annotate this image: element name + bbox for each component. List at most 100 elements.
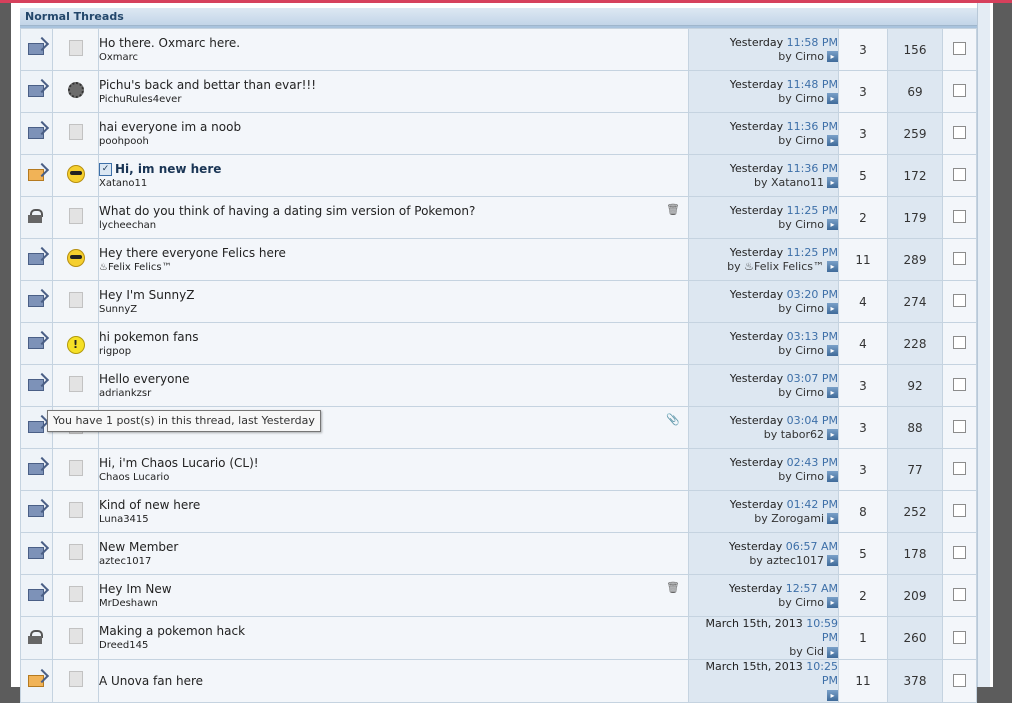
replies-count[interactable]: 3 bbox=[838, 448, 888, 491]
thread-author-link[interactable]: Xatano11 bbox=[100, 177, 688, 190]
last-post-by[interactable]: by Cirno ▸ bbox=[690, 470, 838, 484]
new-posts-icon[interactable] bbox=[27, 120, 49, 139]
thread-row[interactable]: Hi, i'm Chaos Lucario (CL)! Chaos Lucario… bbox=[20, 448, 977, 491]
thread-select-cell[interactable] bbox=[942, 238, 977, 281]
status-cell[interactable] bbox=[20, 490, 53, 533]
thread-row[interactable]: Pichu's back and bettar than evar!!! Pich… bbox=[20, 70, 977, 113]
thread-select-cell[interactable] bbox=[942, 574, 977, 617]
goto-last-post-icon[interactable]: ▸ bbox=[827, 387, 838, 398]
posted-in-icon[interactable] bbox=[27, 668, 49, 687]
replies-count[interactable]: 3 bbox=[838, 70, 888, 113]
last-post-by[interactable]: by Cirno ▸ bbox=[690, 134, 838, 148]
thread-title-link[interactable]: hi pokemon fans bbox=[100, 330, 688, 345]
thread-row[interactable]: ! hi pokemon fans rigpop Yesterday 03:13 PM… bbox=[20, 322, 977, 365]
status-cell[interactable] bbox=[20, 659, 53, 703]
thread-select-checkbox[interactable] bbox=[953, 420, 966, 433]
goto-last-post-icon[interactable]: ▸ bbox=[827, 135, 838, 146]
thread-select-checkbox[interactable] bbox=[953, 210, 966, 223]
last-post-by[interactable]: by Cirno ▸ bbox=[690, 92, 838, 106]
new-posts-icon[interactable] bbox=[27, 246, 49, 265]
thread-author-link[interactable]: aztec1017 bbox=[100, 555, 688, 568]
goto-last-post-icon[interactable]: ▸ bbox=[827, 345, 838, 356]
replies-count[interactable]: 3 bbox=[838, 364, 888, 407]
thread-row[interactable]: ✓ Hi, im new here Xatano11 Yesterday 11:36 … bbox=[20, 154, 977, 197]
replies-count[interactable]: 1 bbox=[838, 616, 888, 660]
thread-select-cell[interactable] bbox=[942, 70, 977, 113]
thread-author-link[interactable]: poohpooh bbox=[100, 135, 688, 148]
thread-title-link[interactable]: ✓ Hi, im new here bbox=[99, 162, 688, 177]
thread-select-cell[interactable] bbox=[942, 196, 977, 239]
status-cell[interactable] bbox=[20, 448, 53, 491]
thread-title-link[interactable]: Hi, i'm Chaos Lucario (CL)! bbox=[100, 456, 688, 471]
thread-select-cell[interactable] bbox=[942, 406, 977, 449]
replies-count[interactable]: 4 bbox=[838, 322, 888, 365]
thread-select-checkbox[interactable] bbox=[953, 168, 966, 181]
thread-author-link[interactable]: Chaos Lucario bbox=[100, 471, 688, 484]
thread-row[interactable]: 🗑 Hey Im New MrDeshawn Yesterday 12:57 AM by… bbox=[20, 574, 977, 617]
thread-select-checkbox[interactable] bbox=[953, 546, 966, 559]
goto-last-post-icon[interactable]: ▸ bbox=[827, 646, 838, 658]
goto-last-post-icon[interactable]: ▸ bbox=[827, 261, 838, 272]
last-post-by[interactable]: by Cid ▸ bbox=[690, 645, 838, 659]
thread-title-link[interactable]: Hey I'm SunnyZ bbox=[100, 288, 688, 303]
new-posts-icon[interactable] bbox=[27, 288, 49, 307]
goto-last-post-icon[interactable]: ▸ bbox=[827, 471, 838, 482]
new-posts-icon[interactable] bbox=[27, 498, 49, 517]
thread-select-cell[interactable] bbox=[942, 154, 977, 197]
goto-last-post-icon[interactable]: ▸ bbox=[827, 177, 838, 188]
goto-last-post-icon[interactable]: ▸ bbox=[827, 219, 838, 230]
thread-select-cell[interactable] bbox=[942, 448, 977, 491]
goto-last-post-icon[interactable]: ▸ bbox=[827, 51, 838, 62]
thread-title-link[interactable]: Hey there everyone Felics here bbox=[100, 246, 688, 261]
goto-last-post-icon[interactable]: ▸ bbox=[827, 303, 838, 314]
thread-select-cell[interactable] bbox=[942, 490, 977, 533]
goto-last-post-icon[interactable]: ▸ bbox=[827, 429, 838, 440]
thread-select-cell[interactable] bbox=[942, 112, 977, 155]
status-cell[interactable] bbox=[20, 112, 53, 155]
thread-author-link[interactable]: Dreed145 bbox=[100, 639, 688, 652]
thread-select-checkbox[interactable] bbox=[953, 588, 966, 601]
last-post-by[interactable]: by tabor62 ▸ bbox=[690, 428, 838, 442]
thread-title-link[interactable]: hai everyone im a noob bbox=[100, 120, 688, 135]
thread-row[interactable]: 🗑 What do you think of having a dating si… bbox=[20, 196, 977, 239]
replies-count[interactable]: 8 bbox=[838, 490, 888, 533]
replies-count[interactable]: 5 bbox=[838, 154, 888, 197]
goto-last-post-icon[interactable]: ▸ bbox=[827, 597, 838, 608]
thread-row[interactable]: Making a pokemon hack Dreed145 March 15th,… bbox=[20, 616, 977, 660]
thread-select-cell[interactable] bbox=[942, 280, 977, 323]
thread-select-checkbox[interactable] bbox=[953, 336, 966, 349]
status-cell[interactable] bbox=[20, 28, 53, 71]
replies-count[interactable]: 4 bbox=[838, 280, 888, 323]
thread-select-cell[interactable] bbox=[942, 28, 977, 71]
thread-row[interactable]: New Member aztec1017 Yesterday 06:57 AM by … bbox=[20, 532, 977, 575]
new-posts-icon[interactable] bbox=[27, 372, 49, 391]
last-post-by[interactable]: by Zorogami ▸ bbox=[690, 512, 838, 526]
thread-title-link[interactable]: Hello everyone bbox=[100, 372, 688, 387]
thread-row[interactable]: A Unova fan here March 15th, 2013 10:25 P… bbox=[20, 659, 977, 703]
thread-row[interactable]: hai everyone im a noob poohpooh Yesterday … bbox=[20, 112, 977, 155]
replies-count[interactable]: 3 bbox=[838, 112, 888, 155]
status-cell[interactable] bbox=[20, 280, 53, 323]
new-posts-icon[interactable] bbox=[27, 456, 49, 475]
new-posts-icon[interactable] bbox=[27, 414, 49, 433]
status-cell[interactable] bbox=[20, 532, 53, 575]
thread-select-checkbox[interactable] bbox=[953, 378, 966, 391]
thread-title-link[interactable]: Kind of new here bbox=[100, 498, 688, 513]
thread-author-link[interactable]: Luna3415 bbox=[100, 513, 688, 526]
thread-select-cell[interactable] bbox=[942, 616, 977, 660]
thread-title-link[interactable]: Ho there. Oxmarc here. bbox=[100, 36, 688, 51]
last-post-by[interactable]: by Cirno ▸ bbox=[690, 344, 838, 358]
status-cell[interactable] bbox=[20, 364, 53, 407]
status-cell[interactable] bbox=[20, 322, 53, 365]
thread-title-link[interactable]: What do you think of having a dating sim… bbox=[100, 204, 688, 219]
thread-row[interactable]: Kind of new here Luna3415 Yesterday 01:42 … bbox=[20, 490, 977, 533]
status-cell[interactable] bbox=[20, 154, 53, 197]
thread-title-link[interactable]: Hey Im New bbox=[100, 582, 688, 597]
thread-author-link[interactable]: SunnyZ bbox=[100, 303, 688, 316]
new-posts-icon[interactable] bbox=[27, 36, 49, 55]
last-post-by[interactable]: by Cirno ▸ bbox=[690, 302, 838, 316]
status-cell[interactable] bbox=[20, 238, 53, 281]
last-post-by[interactable]: by Cirno ▸ bbox=[690, 218, 838, 232]
replies-count[interactable]: 3 bbox=[838, 406, 888, 449]
goto-last-post-icon[interactable]: ▸ bbox=[827, 513, 838, 524]
